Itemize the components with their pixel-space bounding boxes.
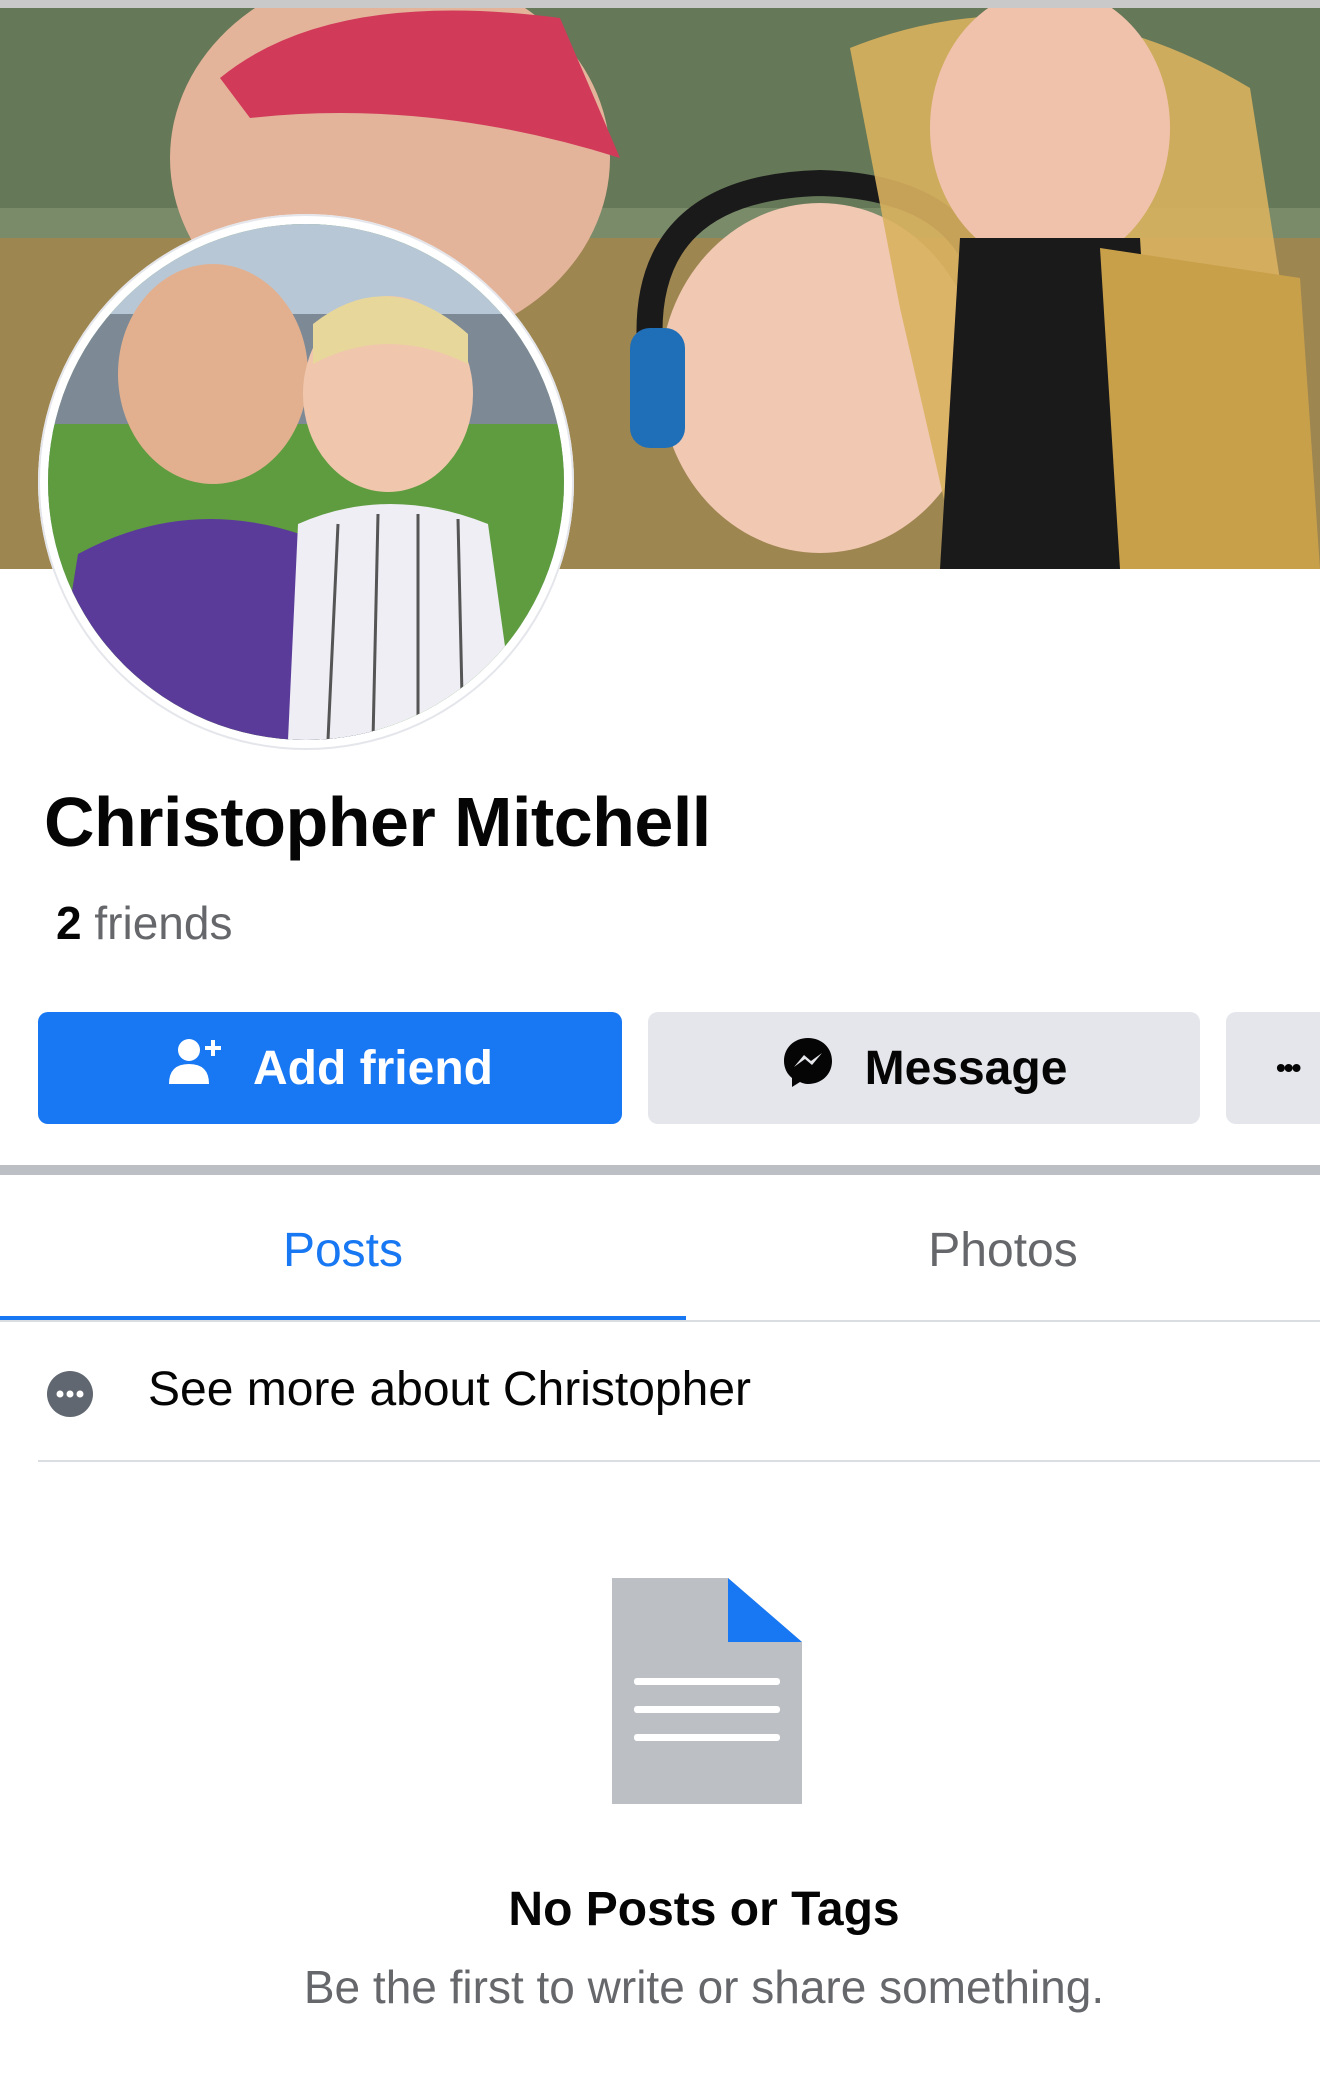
more-button[interactable]: ••• [1226, 1012, 1320, 1124]
profile-name: Christopher Mitchell [44, 783, 711, 861]
row-divider [38, 1460, 1320, 1462]
friends-number: 2 [56, 897, 82, 949]
see-more-about-row[interactable]: See more about Christopher [0, 1322, 1320, 1462]
message-button[interactable]: Message [648, 1012, 1200, 1124]
section-divider [0, 1165, 1320, 1175]
add-friend-button[interactable]: Add friend [38, 1012, 622, 1124]
empty-state-title: No Posts or Tags [508, 1883, 900, 1936]
more-dots-icon: ••• [1276, 1052, 1301, 1083]
add-person-icon [167, 1036, 223, 1100]
see-more-about-label: See more about Christopher [148, 1363, 751, 1416]
empty-state-subtitle: Be the first to write or share something… [303, 1961, 1105, 2013]
info-dots-icon [46, 1370, 94, 1423]
profile-page: Christopher Mitchell 2 friends Add frien… [0, 0, 1320, 2088]
friends-count[interactable]: 2 friends [56, 898, 232, 949]
friends-label: friends [94, 897, 233, 949]
message-label: Message [864, 1041, 1068, 1095]
document-icon [612, 1578, 802, 1809]
add-friend-label: Add friend [253, 1041, 493, 1095]
tab-posts[interactable]: Posts [0, 1180, 686, 1320]
profile-avatar[interactable] [48, 224, 564, 740]
tab-photos[interactable]: Photos [686, 1180, 1320, 1320]
top-border [0, 0, 1320, 8]
messenger-icon [781, 1035, 835, 1101]
